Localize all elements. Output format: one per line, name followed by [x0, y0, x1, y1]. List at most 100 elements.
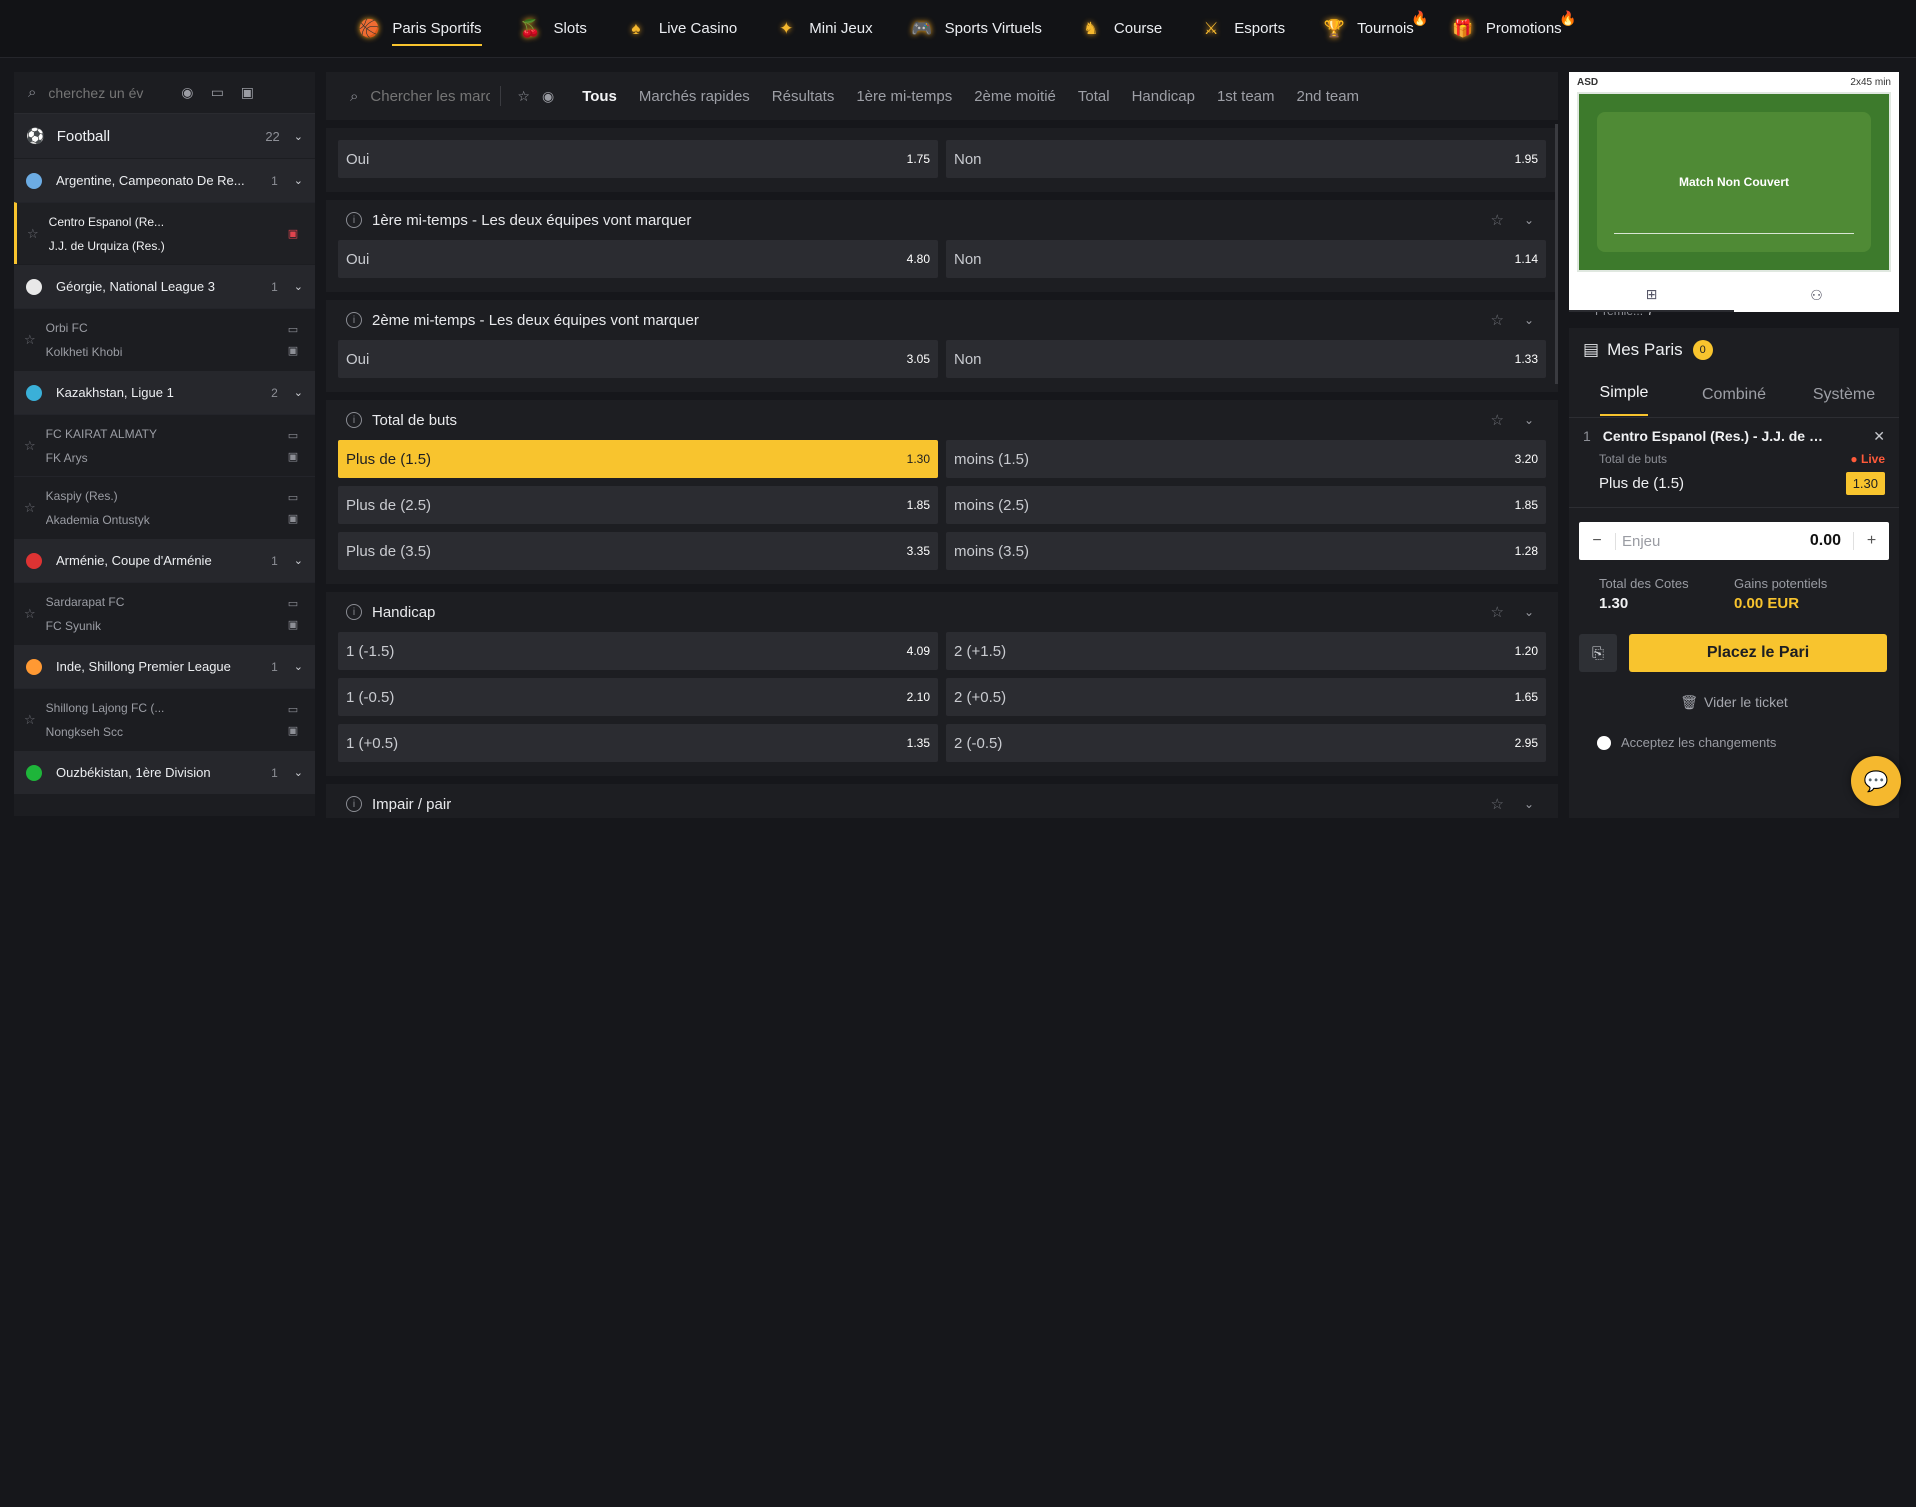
odds-button[interactable]: Plus de (3.5) 3.35 — [338, 532, 938, 570]
chevron-down-icon[interactable]: ⌄ — [294, 174, 303, 187]
odds-button[interactable]: moins (1.5) 3.20 — [946, 440, 1546, 478]
scrollbar[interactable] — [1555, 124, 1558, 384]
accept-changes-radio[interactable] — [1597, 735, 1611, 750]
monitor-icon[interactable]: ▭ — [288, 597, 298, 610]
market-tab[interactable]: 1ère mi-temps — [856, 88, 952, 105]
save-ticket-icon[interactable]: ⎘ — [1579, 634, 1617, 672]
chevron-down-icon[interactable]: ⌄ — [1524, 413, 1534, 427]
star-icon[interactable]: ☆ — [24, 332, 36, 348]
nav-item-3[interactable]: ✦ Mini Jeux — [754, 0, 889, 58]
match-row[interactable]: ☆ Centro Espanol (Re... J.J. de Urquiza (R… — [14, 202, 1656, 318]
eye-icon[interactable]: ◉ — [542, 88, 554, 105]
odds-button[interactable]: Oui 3.05 — [338, 340, 938, 378]
chevron-down-icon[interactable]: ⌄ — [294, 660, 303, 673]
place-bet-button[interactable]: Placez le Pari — [1629, 634, 1887, 672]
nav-item-6[interactable]: ⚔ Esports — [1179, 0, 1302, 58]
odds-button[interactable]: Non 1.14 — [946, 240, 1546, 278]
info-icon[interactable]: i — [346, 312, 362, 328]
monitor-icon[interactable]: ▭ — [202, 84, 232, 101]
odds-button[interactable]: 1 (-1.5) 4.09 — [338, 632, 938, 670]
league-header[interactable]: Kazakhstan, Ligue 1 2 ⌄ — [14, 370, 315, 414]
nav-item-8[interactable]: 🎁 Promotions 🔥 — [1431, 0, 1579, 58]
odds-button[interactable]: Oui 1.75 — [338, 140, 938, 178]
clear-ticket-button[interactable]: 🗑 Vider le ticket — [1569, 694, 1899, 711]
star-icon[interactable]: ☆ — [1490, 603, 1503, 621]
league-header[interactable]: Arménie, Coupe d'Arménie 1 ⌄ — [14, 538, 315, 582]
nav-item-7[interactable]: 🏆 Tournois 🔥 — [1302, 0, 1431, 58]
bet-type-tab[interactable]: Combiné — [1679, 372, 1789, 417]
sidebar-search-input[interactable] — [48, 84, 159, 101]
tv-icon[interactable]: ▣ — [232, 84, 262, 101]
market-header[interactable]: i Total de buts ☆ ⌄ — [338, 400, 1546, 440]
star-icon[interactable]: ☆ — [24, 500, 36, 516]
tv-live-icon[interactable]: ▣ — [288, 227, 298, 240]
odds-button[interactable]: 1 (+0.5) 1.35 — [338, 724, 938, 762]
league-header[interactable]: Géorgie, National League 3 1 ⌄ — [14, 264, 315, 308]
odds-button[interactable]: 2 (+1.5) 1.20 — [946, 632, 1546, 670]
market-tab[interactable]: 1st team — [1217, 88, 1275, 105]
info-icon[interactable]: i — [346, 604, 362, 620]
monitor-icon[interactable]: ▭ — [288, 429, 298, 442]
star-icon[interactable]: ☆ — [1490, 795, 1503, 813]
market-header[interactable]: i 1ère mi-temps - Les deux équipes vont m… — [338, 200, 1546, 240]
odds-button[interactable]: Non 1.95 — [946, 140, 1546, 178]
market-tab[interactable]: 2ème moitié — [974, 88, 1056, 105]
odds-button[interactable]: Plus de (2.5) 1.85 — [338, 486, 938, 524]
info-icon[interactable]: i — [346, 212, 362, 228]
chevron-down-icon[interactable]: ⌄ — [1524, 313, 1534, 327]
star-icon[interactable]: ☆ — [1490, 211, 1503, 229]
odds-button[interactable]: Plus de (1.5) 1.30 — [338, 440, 938, 478]
star-icon[interactable]: ☆ — [27, 226, 39, 242]
minus-button[interactable]: − — [1579, 532, 1615, 550]
nav-item-0[interactable]: 🏀 Paris Sportifs — [337, 0, 498, 58]
close-icon[interactable]: ✕ — [1873, 428, 1885, 445]
monitor-icon[interactable]: ▭ — [288, 703, 298, 716]
info-icon[interactable]: i — [346, 412, 362, 428]
chevron-down-icon[interactable]: ⌄ — [294, 130, 303, 143]
nav-item-5[interactable]: ♞ Course — [1059, 0, 1179, 58]
star-icon[interactable]: ☆ — [24, 712, 36, 728]
info-icon[interactable]: i — [346, 796, 362, 812]
tv-icon[interactable]: ▣ — [288, 344, 298, 357]
league-header[interactable]: Ouzbékistan, 1ère Division 1 ⌄ — [14, 750, 315, 794]
market-tab[interactable]: Résultats — [772, 88, 835, 105]
star-icon[interactable]: ☆ — [1490, 411, 1503, 429]
market-header[interactable]: i Handicap ☆ ⌄ — [338, 592, 1546, 632]
sport-header-football[interactable]: ⚽ Football 22 ⌄ — [14, 114, 315, 158]
star-icon[interactable]: ☆ — [24, 606, 36, 622]
chat-icon[interactable]: 💬 — [1851, 756, 1901, 806]
nav-item-2[interactable]: ♠ Live Casino — [604, 0, 754, 58]
market-tab[interactable]: Total — [1078, 88, 1110, 105]
chevron-down-icon[interactable]: ⌄ — [294, 766, 303, 779]
odds-button[interactable]: Non 1.33 — [946, 340, 1546, 378]
monitor-icon[interactable]: ▭ — [288, 491, 298, 504]
match-row[interactable]: ☆Sardarapat FCFC Syunik▭▣1 : 1Secon...49… — [14, 582, 1653, 698]
league-header[interactable]: Inde, Shillong Premier League 1 ⌄ — [14, 644, 315, 688]
market-tab[interactable]: Marchés rapides — [639, 88, 750, 105]
tv-icon[interactable]: ▣ — [288, 450, 298, 463]
odds-button[interactable]: 2 (-0.5) 2.95 — [946, 724, 1546, 762]
field-view-icon[interactable]: ⊞ — [1569, 278, 1734, 312]
star-icon[interactable]: ☆ — [517, 88, 530, 105]
accept-changes[interactable]: Acceptez les changements — [1569, 735, 1899, 750]
market-tab[interactable]: 2nd team — [1297, 88, 1360, 105]
bet-type-tab[interactable]: Système — [1789, 372, 1899, 417]
odds-button[interactable]: 2 (+0.5) 1.65 — [946, 678, 1546, 716]
tv-icon[interactable]: ▣ — [288, 724, 298, 737]
market-header[interactable]: i 2ème mi-temps - Les deux équipes vont m… — [338, 300, 1546, 340]
market-header[interactable]: i Impair / pair ☆ ⌄ — [338, 784, 1546, 818]
nav-item-1[interactable]: 🍒 Slots — [499, 0, 604, 58]
chevron-down-icon[interactable]: ⌄ — [1524, 797, 1534, 811]
odds-button[interactable]: Oui 4.80 — [338, 240, 938, 278]
odds-button[interactable]: 1 (-0.5) 2.10 — [338, 678, 938, 716]
star-icon[interactable]: ☆ — [1490, 311, 1503, 329]
odds-button[interactable]: moins (2.5) 1.85 — [946, 486, 1546, 524]
market-search-input[interactable] — [370, 87, 491, 105]
monitor-icon[interactable]: ▭ — [288, 323, 298, 336]
chevron-down-icon[interactable]: ⌄ — [294, 554, 303, 567]
market-tab[interactable]: Tous — [582, 88, 617, 105]
plus-button[interactable]: + — [1853, 532, 1889, 550]
stake-label[interactable]: Enjeu — [1615, 532, 1810, 550]
chevron-down-icon[interactable]: ⌄ — [1524, 213, 1534, 227]
odds-button[interactable]: moins (3.5) 1.28 — [946, 532, 1546, 570]
